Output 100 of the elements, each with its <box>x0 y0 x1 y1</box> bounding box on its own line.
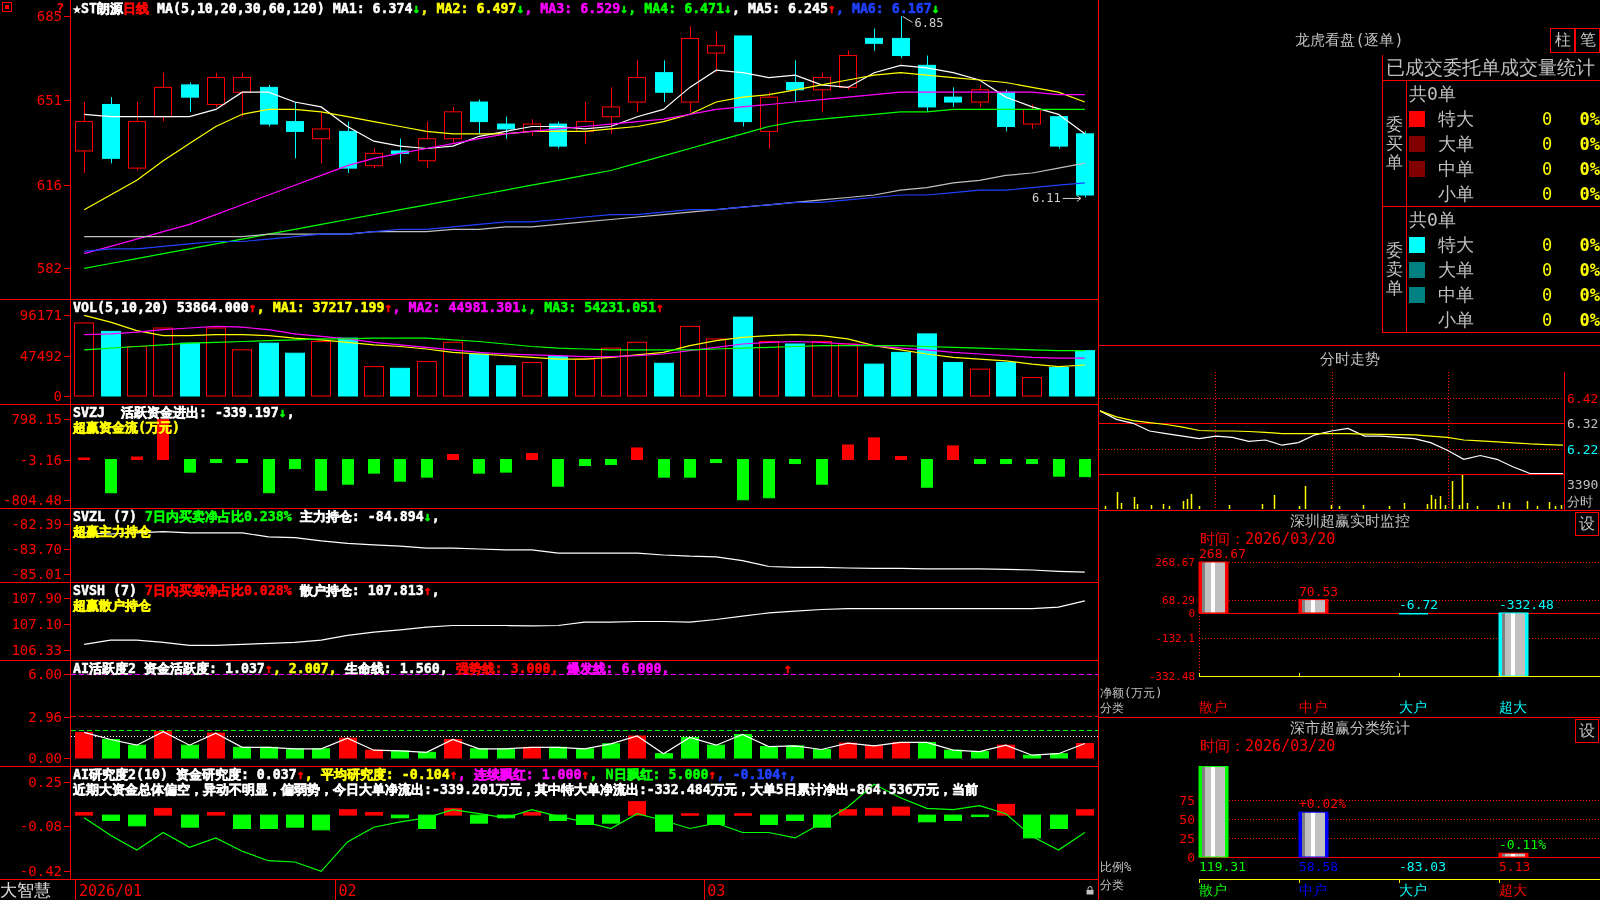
order-percent: 0% <box>1578 183 1600 204</box>
indicator-text: , MA5: 6.245 <box>732 1 828 16</box>
order-count: 0 <box>1540 259 1554 280</box>
order-size-label: 中单 <box>1438 282 1475 307</box>
category-label: 超大 <box>1499 699 1527 715</box>
indicator-text: 7日内买卖净占比0.238% <box>143 509 292 524</box>
axis-label: -0.08 <box>19 817 62 834</box>
indicator-text: , MA3: 54231.051 <box>528 300 657 315</box>
indicator-text: , 平均研究度: -0.104 <box>304 767 450 782</box>
value-label: -332.48 <box>1499 596 1554 612</box>
axis-label: 25 <box>1179 831 1195 846</box>
indicator-text: ↑ <box>581 767 590 782</box>
indicator-text: ↓ <box>620 1 629 16</box>
order-size-label: 特大 <box>1438 106 1475 131</box>
axis-label: -332.48 <box>1148 670 1195 683</box>
axis-label: -804.48 <box>3 492 62 508</box>
indicator-text: ↓ <box>516 1 525 16</box>
axis-label: 6.00 <box>28 666 62 683</box>
indicator-text: SVZL (7) <box>73 509 137 524</box>
indicator-text: 强势线: 3.000, <box>454 661 559 676</box>
indicator-text: ↓ <box>931 1 940 16</box>
value-label: 70.53 <box>1299 583 1339 599</box>
category-label: 中户 <box>1299 699 1327 715</box>
indicator-text: , -0.104 <box>716 767 781 782</box>
time-axis-label: 02 <box>338 882 357 900</box>
panel-title: 深市超赢分类统计 <box>1289 718 1410 738</box>
indicator-text: , MA2: 6.497 <box>420 1 517 16</box>
indicator-text: SVZJ 活跃资金进出: -339.197 <box>73 405 279 420</box>
axis-label: 47492 <box>19 348 62 365</box>
indicator-text: MA1: 6.374 <box>331 1 413 16</box>
indicator-text: ↑ <box>264 661 273 676</box>
indicator-text: ↑ <box>296 767 305 782</box>
category-label: 大户 <box>1399 699 1427 715</box>
change-label: -0.11% <box>1499 837 1546 853</box>
indicator-text: , 2.007, <box>272 661 337 676</box>
order-size-label: 大单 <box>1438 131 1475 156</box>
axis-label: 2.96 <box>28 708 62 725</box>
indicator-text: 散户持仓: 107.813 <box>298 583 424 598</box>
order-percent: 0% <box>1578 108 1600 129</box>
indicator-text: ↓ <box>412 1 421 16</box>
order-percent: 0% <box>1578 284 1600 305</box>
axis-label: -85.01 <box>11 566 62 582</box>
indicator-text: ↑ <box>248 300 257 315</box>
indicator-text: ↑ <box>656 300 665 315</box>
indicator-text: , N日飘红: 5.000 <box>589 767 709 782</box>
indicator-text: 超赢散户持仓 <box>73 598 151 613</box>
price-annotation: 6.85 <box>914 16 944 31</box>
axis-label: 616 <box>36 177 62 194</box>
indicator-text: ↓ <box>423 509 432 524</box>
indicator-text: , <box>286 405 295 420</box>
indicator-text: ↓ <box>724 1 733 16</box>
indicator-text: AI研究度2(10) <box>73 767 168 782</box>
order-total: 共0单 <box>1408 81 1456 106</box>
time-axis-label: 03 <box>707 882 726 900</box>
indicator-text: ↑ <box>708 767 717 782</box>
axis-label: -3.16 <box>19 451 62 468</box>
indicator-text: 爆发线: 6.000, <box>565 661 670 676</box>
order-total: 共0单 <box>1408 207 1456 232</box>
timestamp-text: 时间：2026/03/20 <box>1200 737 1336 755</box>
indicator-text: , MA4: 6.471 <box>628 1 725 16</box>
axis-label: -132.1 <box>1155 632 1195 645</box>
indicator-text: , MA1: 37217.199 <box>256 300 385 315</box>
order-count: 0 <box>1540 133 1554 154</box>
indicator-text: 资金活跃度: 1.037 <box>142 661 265 676</box>
axis-label: -0.42 <box>19 863 62 880</box>
panel-title: 龙虎看盘(逐单) <box>1295 31 1404 50</box>
panel-title: 深圳超赢实时监控 <box>1289 511 1410 531</box>
value-label: -6.72 <box>1399 596 1439 612</box>
indicator-text: 资金研究度: 0.037 <box>174 767 297 782</box>
axis-label: 3390 <box>1567 477 1599 492</box>
axis-label: 0 <box>53 388 62 404</box>
axis-label: 107.90 <box>11 589 62 606</box>
signal-arrow: ↑ <box>784 661 792 676</box>
order-size-label: 小单 <box>1438 181 1475 206</box>
indicator-text: 日线 <box>122 1 149 16</box>
indicator-text: 7日内买卖净占比0.028% <box>143 583 292 598</box>
timestamp-text: 时间：2026/03/20 <box>1200 530 1336 548</box>
axis-label: 106.33 <box>11 642 62 659</box>
axis-title: 净额(万元) <box>1100 686 1163 700</box>
axis-label: 798.15 <box>11 411 62 428</box>
axis-label: 0.00 <box>28 750 62 766</box>
order-count: 0 <box>1540 234 1554 255</box>
axis-label: 6.22 <box>1567 442 1599 457</box>
group-label: 委买单 <box>1386 115 1403 172</box>
indicator-text: ↓ <box>520 300 529 315</box>
order-count: 0 <box>1540 158 1554 179</box>
panel-title: 分时走势 <box>1319 349 1380 369</box>
indicator-text: ↑ <box>449 767 458 782</box>
price-annotation: 6.11 <box>1031 191 1061 206</box>
axis-label: -82.39 <box>11 515 62 532</box>
indicator-text: 主力持仓: -84.894 <box>298 509 424 524</box>
indicator-text: , MA3: 6.529 <box>524 1 621 16</box>
axis-label: 96171 <box>19 307 62 324</box>
order-percent: 0% <box>1578 309 1600 330</box>
axis-label: 6.42 <box>1567 390 1599 406</box>
time-axis-label: 2026/01 <box>78 882 143 900</box>
value-label: 268.67 <box>1199 547 1246 561</box>
indicator-text: AI活跃度2 <box>73 661 136 676</box>
axis-label: 68.29 <box>1161 594 1195 607</box>
axis-title: 分类 <box>1100 701 1124 715</box>
